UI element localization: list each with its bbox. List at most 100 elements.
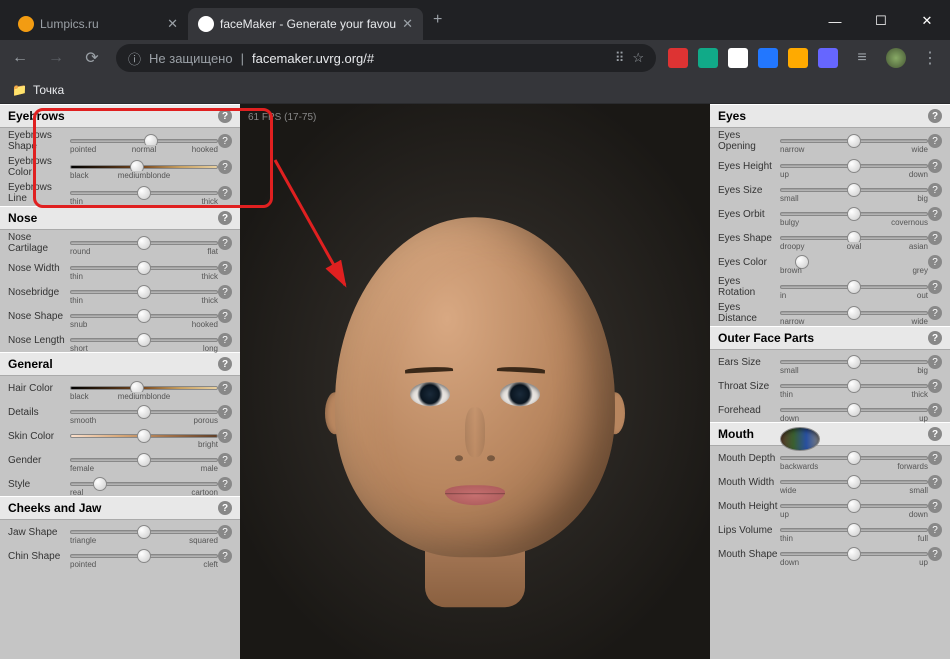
- slider[interactable]: bulgycovernous: [780, 204, 928, 224]
- slider[interactable]: thinthick: [70, 282, 218, 302]
- slider[interactable]: pointedcleft: [70, 546, 218, 566]
- help-icon[interactable]: ?: [218, 236, 232, 250]
- slider-thumb[interactable]: [847, 403, 861, 417]
- browser-tab[interactable]: faceMaker - Generate your favou✕: [188, 8, 423, 40]
- help-icon[interactable]: ?: [218, 429, 232, 443]
- help-icon[interactable]: ?: [928, 355, 942, 369]
- slider-thumb[interactable]: [137, 405, 151, 419]
- help-icon[interactable]: ?: [218, 160, 232, 174]
- profile-avatar[interactable]: [886, 48, 906, 68]
- back-button[interactable]: ←: [8, 49, 32, 67]
- help-icon[interactable]: ?: [928, 183, 942, 197]
- slider[interactable]: updown: [780, 496, 928, 516]
- help-icon[interactable]: ?: [218, 333, 232, 347]
- forward-button[interactable]: →: [44, 49, 68, 67]
- slider-thumb[interactable]: [137, 453, 151, 467]
- maximize-button[interactable]: ☐: [858, 2, 904, 40]
- help-icon[interactable]: ?: [218, 261, 232, 275]
- slider[interactable]: bright: [70, 426, 218, 446]
- slider-thumb[interactable]: [137, 525, 151, 539]
- url-input[interactable]: ⓘ Не защищено | facemaker.uvrg.org/# ⠿ ☆: [116, 44, 656, 72]
- slider[interactable]: updown: [780, 156, 928, 176]
- slider[interactable]: snubhooked: [70, 306, 218, 326]
- slider[interactable]: thinthick: [780, 376, 928, 396]
- help-icon[interactable]: ?: [928, 231, 942, 245]
- close-window-button[interactable]: ✕: [904, 2, 950, 40]
- section-header[interactable]: Outer Face Parts?: [710, 326, 950, 350]
- slider-thumb[interactable]: [137, 285, 151, 299]
- slider-thumb[interactable]: [93, 477, 107, 491]
- slider-thumb[interactable]: [847, 547, 861, 561]
- slider[interactable]: smallbig: [780, 180, 928, 200]
- slider-thumb[interactable]: [847, 379, 861, 393]
- slider[interactable]: narrowwide: [780, 303, 928, 323]
- slider[interactable]: shortlong: [70, 330, 218, 350]
- help-icon[interactable]: ?: [218, 405, 232, 419]
- extension-icon[interactable]: [758, 48, 778, 68]
- close-tab-icon[interactable]: ✕: [402, 16, 413, 32]
- bookmark-star-icon[interactable]: ☆: [632, 50, 644, 66]
- slider-thumb[interactable]: [137, 236, 151, 250]
- section-header[interactable]: General?: [0, 352, 240, 376]
- slider-thumb[interactable]: [137, 549, 151, 563]
- extension-icon[interactable]: [668, 48, 688, 68]
- help-icon[interactable]: ?: [928, 523, 942, 537]
- extension-icon[interactable]: [728, 48, 748, 68]
- slider-thumb[interactable]: [847, 134, 861, 148]
- help-icon[interactable]: ?: [218, 357, 232, 371]
- help-icon[interactable]: ?: [928, 109, 942, 123]
- slider[interactable]: thinthick: [70, 183, 218, 203]
- help-icon[interactable]: ?: [218, 477, 232, 491]
- help-icon[interactable]: ?: [928, 379, 942, 393]
- slider-thumb[interactable]: [847, 451, 861, 465]
- help-icon[interactable]: ?: [218, 186, 232, 200]
- slider[interactable]: smoothporous: [70, 402, 218, 422]
- slider-thumb[interactable]: [137, 333, 151, 347]
- help-icon[interactable]: ?: [218, 309, 232, 323]
- slider[interactable]: blackmediumblonde: [70, 378, 218, 398]
- slider-thumb[interactable]: [847, 207, 861, 221]
- slider[interactable]: inout: [780, 277, 928, 297]
- slider[interactable]: roundflat: [70, 233, 218, 253]
- help-icon[interactable]: ?: [928, 547, 942, 561]
- help-icon[interactable]: ?: [928, 159, 942, 173]
- help-icon[interactable]: ?: [928, 280, 942, 294]
- reading-list-icon[interactable]: ≡: [850, 49, 874, 67]
- help-icon[interactable]: ?: [928, 134, 942, 148]
- help-icon[interactable]: ?: [928, 475, 942, 489]
- help-icon[interactable]: ?: [218, 285, 232, 299]
- help-icon[interactable]: ?: [928, 403, 942, 417]
- help-icon[interactable]: ?: [218, 525, 232, 539]
- section-header[interactable]: Nose?: [0, 206, 240, 230]
- slider-thumb[interactable]: [847, 355, 861, 369]
- minimize-button[interactable]: —: [812, 2, 858, 40]
- help-icon[interactable]: ?: [928, 331, 942, 345]
- section-header[interactable]: Eyes?: [710, 104, 950, 128]
- slider[interactable]: browngrey: [780, 252, 928, 272]
- reload-button[interactable]: ⟳: [80, 48, 104, 68]
- help-icon[interactable]: ?: [218, 381, 232, 395]
- slider-thumb[interactable]: [137, 309, 151, 323]
- slider[interactable]: backwardsforwards: [780, 448, 928, 468]
- section-header[interactable]: Cheeks and Jaw?: [0, 496, 240, 520]
- section-header[interactable]: Eyebrows?: [0, 104, 240, 128]
- menu-button[interactable]: ⋮: [918, 48, 942, 68]
- slider[interactable]: downup: [780, 400, 928, 420]
- face-viewport[interactable]: 61 FPS (17-75): [240, 104, 710, 659]
- help-icon[interactable]: ?: [928, 451, 942, 465]
- slider-thumb[interactable]: [847, 280, 861, 294]
- new-tab-button[interactable]: +: [423, 11, 452, 29]
- help-icon[interactable]: ?: [218, 453, 232, 467]
- slider-thumb[interactable]: [137, 429, 151, 443]
- slider[interactable]: femalemale: [70, 450, 218, 470]
- help-icon[interactable]: ?: [928, 499, 942, 513]
- slider-thumb[interactable]: [137, 186, 151, 200]
- slider[interactable]: thinthick: [70, 258, 218, 278]
- help-icon[interactable]: ?: [218, 549, 232, 563]
- slider[interactable]: downup: [780, 544, 928, 564]
- help-icon[interactable]: ?: [218, 501, 232, 515]
- bookmark-item[interactable]: Точка: [33, 83, 64, 97]
- slider[interactable]: droopyovalasian: [780, 228, 928, 248]
- slider-thumb[interactable]: [847, 159, 861, 173]
- slider[interactable]: pointednormalhooked: [70, 131, 218, 151]
